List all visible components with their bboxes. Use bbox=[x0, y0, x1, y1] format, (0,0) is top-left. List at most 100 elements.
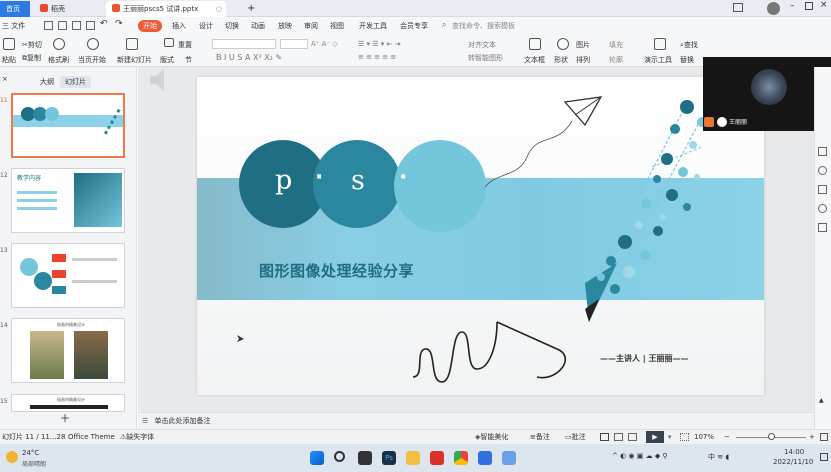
tray-network-icons[interactable]: 中 ≋ ◖ bbox=[708, 452, 729, 462]
photoshop-icon[interactable]: Ps bbox=[382, 451, 396, 465]
maximize-icon[interactable] bbox=[805, 2, 813, 10]
align-buttons[interactable]: ≡ ≡ ≡ ≡ ≡ bbox=[358, 53, 396, 61]
tab-slides[interactable]: 幻灯片 bbox=[60, 76, 91, 88]
undo-icon[interactable]: ↶ bbox=[100, 19, 108, 29]
list-buttons[interactable]: ☰ ▾ ☰ ▾ ⇤ ⇥ bbox=[358, 40, 400, 48]
convert-smartart-button[interactable]: 转智能图形 bbox=[468, 53, 503, 63]
cut-button[interactable]: ✂剪切 bbox=[22, 40, 42, 50]
menu-start[interactable]: 开始 bbox=[138, 20, 162, 32]
new-tab-button[interactable]: + bbox=[241, 1, 261, 17]
close-window-icon[interactable]: × bbox=[820, 0, 828, 10]
tab-home[interactable]: 首页 bbox=[0, 1, 30, 17]
new-slide-icon[interactable] bbox=[126, 38, 138, 50]
audio-icon[interactable] bbox=[150, 69, 164, 91]
format-painter-icon[interactable] bbox=[53, 38, 65, 50]
minimize-icon[interactable]: – bbox=[790, 1, 795, 11]
section-button[interactable]: 节 bbox=[185, 55, 192, 65]
chrome-icon[interactable] bbox=[454, 451, 468, 465]
font-family-select[interactable] bbox=[212, 39, 276, 49]
search-input[interactable]: 查找命令、搜索模板 bbox=[452, 20, 515, 32]
menu-member[interactable]: 会员专享 bbox=[400, 20, 428, 32]
text-box-icon[interactable] bbox=[529, 38, 541, 50]
new-slide-button[interactable]: 新建幻灯片 bbox=[117, 55, 152, 65]
clock-time[interactable]: 14:00 bbox=[784, 448, 804, 456]
reset-button[interactable]: 重置 bbox=[178, 40, 192, 50]
weather-desc[interactable]: 局部晴朗 bbox=[22, 459, 46, 468]
shape-icon[interactable] bbox=[557, 38, 569, 50]
print-preview-icon[interactable] bbox=[72, 21, 81, 30]
collapse-panel-icon[interactable]: × bbox=[2, 75, 8, 83]
sidebar-layout-icon[interactable] bbox=[818, 147, 827, 156]
sidebar-settings-icon[interactable] bbox=[818, 223, 827, 232]
font-size-select[interactable] bbox=[280, 39, 308, 49]
slideshow-dropdown-icon[interactable]: ▾ bbox=[668, 430, 672, 444]
normal-view-icon[interactable] bbox=[600, 433, 609, 441]
menu-view[interactable]: 视图 bbox=[330, 20, 344, 32]
mic-icon[interactable] bbox=[717, 117, 727, 127]
replace-button[interactable]: 替换 bbox=[680, 55, 694, 65]
redo-icon[interactable]: ↷ bbox=[115, 19, 123, 29]
fullscreen-icon[interactable] bbox=[820, 433, 828, 441]
arrange-button[interactable]: 排列 bbox=[576, 55, 590, 65]
clock-date[interactable]: 2022/11/10 bbox=[773, 458, 813, 466]
notes-pane[interactable]: ☰ 单击此处添加备注 bbox=[138, 412, 814, 429]
slide-thumb-15[interactable]: 插画的精美设计 bbox=[11, 394, 125, 412]
menu-insert[interactable]: 插入 bbox=[172, 20, 186, 32]
avatar[interactable] bbox=[767, 2, 780, 15]
zoom-in-icon[interactable]: + bbox=[809, 430, 815, 444]
task-view-icon[interactable] bbox=[358, 451, 372, 465]
align-text-button[interactable]: 对齐文本 bbox=[468, 40, 496, 50]
text-box-button[interactable]: 文本框 bbox=[524, 55, 545, 65]
notes-toggle-button[interactable]: ≡备注 bbox=[530, 430, 550, 444]
tray-icons[interactable]: ^ ◐ ◉ ▣ ☁ ◆ ⚲ bbox=[612, 452, 668, 460]
play-from-current-button[interactable]: 当页开始 bbox=[78, 55, 106, 65]
copy-button[interactable]: ⧉复制 bbox=[22, 53, 41, 63]
zoom-out-icon[interactable]: − bbox=[724, 430, 730, 444]
file-explorer-icon[interactable] bbox=[406, 451, 420, 465]
menu-developer[interactable]: 开发工具 bbox=[359, 20, 387, 32]
window-layout-icon[interactable] bbox=[733, 3, 743, 12]
reading-view-icon[interactable] bbox=[628, 433, 637, 441]
menu-design[interactable]: 设计 bbox=[199, 20, 213, 32]
slide[interactable]: p · s · 图形图像处理经验分享 ——主讲人 | 王丽丽—— bbox=[197, 77, 764, 395]
missing-font-button[interactable]: ⚠缺失字体 bbox=[120, 430, 154, 444]
sidebar-animation-icon[interactable] bbox=[818, 185, 827, 194]
file-menu[interactable]: 三 文件 bbox=[2, 20, 25, 32]
presentation-tool-button[interactable]: 演示工具 bbox=[644, 55, 672, 65]
add-slide-button[interactable]: + bbox=[60, 411, 70, 425]
layout-icon[interactable] bbox=[164, 38, 174, 47]
save-icon[interactable] bbox=[44, 21, 53, 30]
sidebar-location-icon[interactable] bbox=[818, 204, 827, 213]
sorter-view-icon[interactable] bbox=[614, 433, 623, 441]
scroll-up-icon[interactable]: ▲ bbox=[819, 397, 824, 404]
sidebar-help-icon[interactable] bbox=[818, 166, 827, 175]
app-icon[interactable] bbox=[502, 451, 516, 465]
play-slideshow-button[interactable]: ▶ bbox=[646, 431, 664, 443]
weather-temp[interactable]: 24°C bbox=[22, 449, 39, 457]
menu-review[interactable]: 审阅 bbox=[304, 20, 318, 32]
video-call-overlay[interactable]: 王丽丽 bbox=[703, 57, 831, 131]
menu-transition[interactable]: 切换 bbox=[225, 20, 239, 32]
play-from-current-icon[interactable] bbox=[87, 38, 99, 50]
smart-beautify-button[interactable]: ◈智能美化 bbox=[475, 430, 508, 444]
format-painter-button[interactable]: 格式刷 bbox=[48, 55, 69, 65]
paste-icon[interactable] bbox=[3, 38, 15, 50]
theme-name[interactable]: Office Theme bbox=[68, 430, 115, 444]
shape-button[interactable]: 形状 bbox=[554, 55, 568, 65]
tab-outline[interactable]: 大纲 bbox=[35, 76, 59, 88]
outline-button[interactable]: 轮廓 bbox=[609, 55, 623, 65]
menu-animation[interactable]: 动画 bbox=[251, 20, 265, 32]
paste-button[interactable]: 粘贴 bbox=[2, 55, 16, 65]
presentation-tool-icon[interactable] bbox=[654, 38, 666, 50]
zoom-level[interactable]: 107% bbox=[694, 430, 714, 444]
find-button[interactable]: ⌕查找 bbox=[680, 40, 698, 50]
print-icon[interactable] bbox=[58, 21, 67, 30]
text-style-buttons[interactable]: B I U S A X² X₂ ✎ bbox=[216, 53, 282, 62]
export-icon[interactable] bbox=[86, 21, 95, 30]
app-icon[interactable] bbox=[478, 451, 492, 465]
zoom-slider-thumb[interactable] bbox=[768, 433, 775, 440]
comments-button[interactable]: ▭批注 bbox=[565, 430, 586, 444]
search-taskbar-icon[interactable] bbox=[334, 451, 345, 462]
close-tab-icon[interactable]: ○ bbox=[216, 1, 222, 17]
font-size-buttons[interactable]: A⁺ A⁻ ◇ bbox=[311, 40, 338, 48]
